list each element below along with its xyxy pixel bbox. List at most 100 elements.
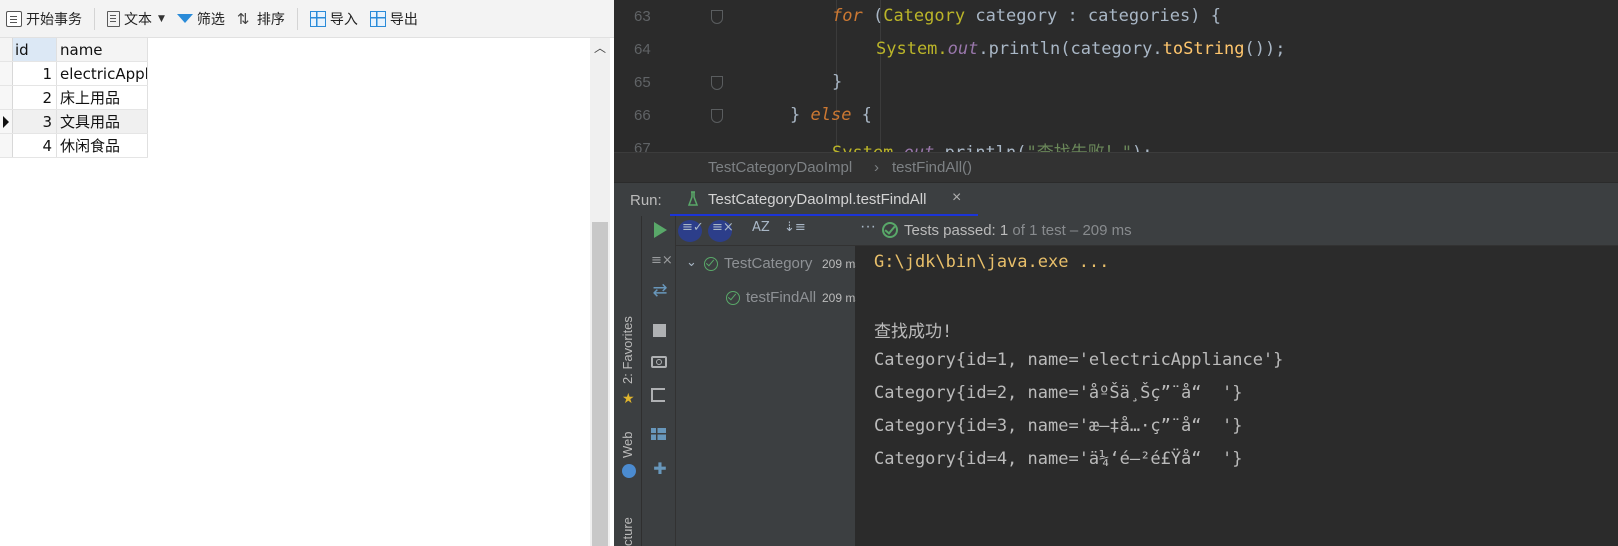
console-line: Category{id=4, name='ä¼‘é—²é£Ÿå“ '} xyxy=(874,449,1243,469)
stop-icon[interactable] xyxy=(653,324,666,337)
document-icon xyxy=(107,10,120,27)
scrollbar-thumb[interactable] xyxy=(592,222,608,546)
line-number: 63 xyxy=(634,8,651,25)
table-row[interactable]: 4 休闲食品 xyxy=(0,134,148,158)
fold-marker-icon[interactable] xyxy=(711,10,723,24)
web-tab[interactable]: Web xyxy=(620,432,635,459)
line-number: 66 xyxy=(634,107,651,124)
code-line[interactable]: 63 for (Category category : categories) … xyxy=(614,0,1618,33)
test-tree-node[interactable]: ⌄ TestCategory 209 ms xyxy=(676,248,861,278)
run-label: Run: xyxy=(630,192,662,209)
sort-button[interactable]: ⇅ 排序 xyxy=(231,6,291,32)
rerun-icon[interactable]: ⇄ xyxy=(651,282,669,300)
export-icon xyxy=(369,10,386,27)
scroll-up-icon[interactable]: ︿ xyxy=(594,42,606,54)
row-marker[interactable] xyxy=(0,86,13,109)
globe-icon xyxy=(622,464,636,478)
code-editor[interactable]: 63 for (Category category : categories) … xyxy=(614,0,1618,152)
console-output[interactable]: G:\jdk\bin\java.exe ... 查找成功! Category{i… xyxy=(856,246,1618,546)
exit-icon[interactable] xyxy=(651,388,665,402)
star-icon: ★ xyxy=(622,391,635,407)
begin-transaction-button[interactable]: 开始事务 xyxy=(0,6,88,32)
cell-id[interactable]: 3 xyxy=(13,110,57,133)
cell-id[interactable]: 4 xyxy=(13,134,57,157)
table-row[interactable]: 2 床上用品 xyxy=(0,86,148,110)
test-flask-icon xyxy=(688,191,698,206)
test-passed-icon xyxy=(704,257,718,271)
left-tool-strip: 2: Favorites ★ Web cture xyxy=(614,216,642,546)
sort-label: 排序 xyxy=(256,11,285,28)
cell-name[interactable]: 床上用品 xyxy=(57,86,148,109)
import-button[interactable]: 导入 xyxy=(304,6,364,32)
table-row[interactable]: 1 electricAppl xyxy=(0,62,148,86)
filter-button[interactable]: 筛选 xyxy=(171,6,231,32)
code-text: } xyxy=(832,72,843,92)
more-options-icon[interactable]: ··· xyxy=(860,218,876,236)
data-grid: id name 1 electricAppl 2 床上用品 3 文具用品 4 休… xyxy=(0,38,148,158)
code-text: for (Category category : categories) { xyxy=(832,6,1221,26)
breadcrumb-method[interactable]: testFindAll() xyxy=(892,159,972,176)
structure-tab[interactable]: cture xyxy=(620,517,635,546)
begin-transaction-label: 开始事务 xyxy=(26,11,82,28)
run-tool-window-header: Run: TestCategoryDaoImpl.testFindAll × xyxy=(614,182,1618,217)
test-class-name: TestCategory xyxy=(724,255,813,272)
caret-down-icon: ▼ xyxy=(158,13,165,24)
column-header-name[interactable]: name xyxy=(57,38,148,61)
import-icon xyxy=(309,10,326,27)
export-button[interactable]: 导出 xyxy=(364,6,424,32)
cell-name[interactable]: electricAppl xyxy=(57,62,148,85)
sort-alpha-icon[interactable]: AZ xyxy=(752,220,770,235)
table-row-current[interactable]: 3 文具用品 xyxy=(0,110,148,134)
run-tab-label: TestCategoryDaoImpl.testFindAll xyxy=(708,191,927,208)
tests-passed-check-icon xyxy=(882,222,898,238)
run-play-icon[interactable] xyxy=(654,222,667,238)
text-button[interactable]: 文本 ▼ xyxy=(101,6,171,32)
code-text: } else { xyxy=(790,105,872,125)
code-line[interactable]: 66 } else { xyxy=(614,99,1618,132)
chevron-down-icon[interactable]: ⌄ xyxy=(686,254,697,270)
console-line: G:\jdk\bin\java.exe ... xyxy=(874,252,1110,272)
toolbar-separator xyxy=(94,7,95,30)
close-icon[interactable]: × xyxy=(952,189,961,207)
pin-icon[interactable]: ✚ xyxy=(651,460,669,478)
toggle-tests-icon[interactable]: ≡× xyxy=(651,252,673,270)
breadcrumb-class[interactable]: TestCategoryDaoImpl xyxy=(708,159,852,176)
line-number: 67 xyxy=(634,140,651,152)
test-tree: ⌄ TestCategory 209 ms testFindAll 209 ms xyxy=(676,246,861,546)
code-line[interactable]: 67 System.out.println("查找失败！"); xyxy=(614,132,1618,152)
export-label: 导出 xyxy=(389,11,418,28)
sort-icon: ⇅ xyxy=(236,9,250,28)
row-marker[interactable] xyxy=(0,134,13,157)
line-number: 65 xyxy=(634,74,651,91)
console-line: Category{id=1, name='electricAppliance'} xyxy=(874,350,1284,370)
cell-name[interactable]: 休闲食品 xyxy=(57,134,148,157)
code-line[interactable]: 65 } xyxy=(614,66,1618,99)
code-line[interactable]: 64 System.out.println(category.toString(… xyxy=(614,33,1618,66)
layout-icon[interactable] xyxy=(651,428,666,440)
console-line: Category{id=3, name='æ–‡å…·ç”¨å“ '} xyxy=(874,416,1243,436)
navicat-table-pane: 开始事务 文本 ▼ 筛选 ⇅ 排序 导入 导出 id name 1 electr… xyxy=(0,0,614,546)
grid-header-row: id name xyxy=(0,38,148,62)
camera-icon[interactable] xyxy=(651,356,667,368)
code-text: System.out.println("查找失败！"); xyxy=(832,138,1152,152)
run-config-tab[interactable]: TestCategoryDaoImpl.testFindAll × xyxy=(670,183,978,217)
fold-marker-icon[interactable] xyxy=(711,76,723,90)
row-marker-current[interactable] xyxy=(0,110,13,133)
vertical-scrollbar[interactable]: ︿ xyxy=(590,38,610,546)
favorites-tab[interactable]: 2: Favorites xyxy=(620,316,635,384)
run-side-toolbar: ≡× ⇄ ✚ xyxy=(642,216,676,546)
breadcrumb-separator: › xyxy=(874,159,879,176)
test-tree-node[interactable]: testFindAll 209 ms xyxy=(676,282,861,312)
row-marker[interactable] xyxy=(0,62,13,85)
fold-marker-icon[interactable] xyxy=(711,109,723,123)
filter-icon xyxy=(176,14,193,23)
filter-label: 筛选 xyxy=(196,11,225,28)
column-header-id[interactable]: id xyxy=(13,38,57,61)
console-line: 查找成功! xyxy=(874,322,953,342)
sort-duration-icon[interactable]: ⇣≡ xyxy=(784,220,806,235)
cell-id[interactable]: 1 xyxy=(13,62,57,85)
cell-id[interactable]: 2 xyxy=(13,86,57,109)
import-label: 导入 xyxy=(329,11,358,28)
cell-name[interactable]: 文具用品 xyxy=(57,110,148,133)
ide-window: 63 for (Category category : categories) … xyxy=(614,0,1618,546)
